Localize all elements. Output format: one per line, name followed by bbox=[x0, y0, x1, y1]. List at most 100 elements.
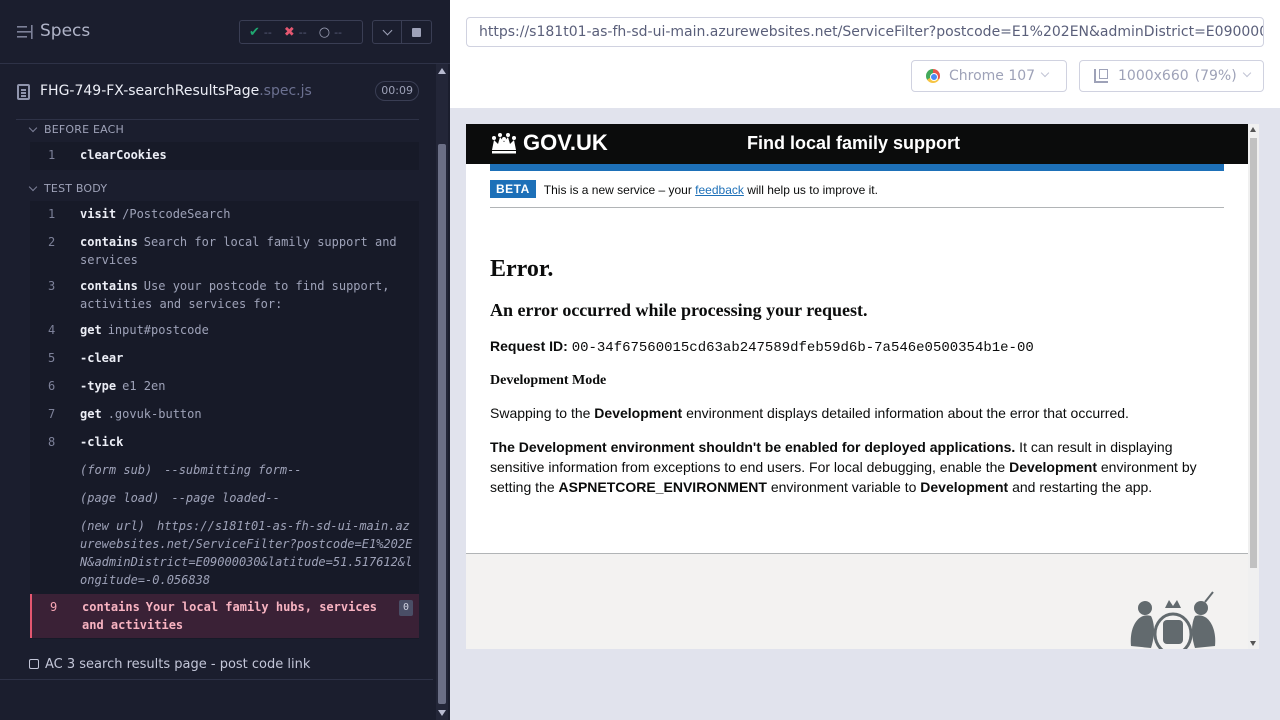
document-icon bbox=[17, 84, 30, 100]
scrollbar-thumb[interactable] bbox=[438, 144, 446, 704]
scrollbar-thumb[interactable] bbox=[1250, 138, 1257, 568]
command-row[interactable]: 4 get input#postcode bbox=[30, 317, 419, 345]
reporter-header: Specs ✔ -- ✖ -- ○ -- bbox=[0, 0, 450, 64]
command-message: /PostcodeSearch bbox=[122, 207, 231, 221]
divider bbox=[0, 679, 433, 680]
text: Swapping to the bbox=[490, 405, 595, 421]
scroll-up-icon[interactable] bbox=[1250, 127, 1256, 132]
specs-menu-icon[interactable] bbox=[17, 24, 33, 40]
command-row[interactable]: 2 contains Search for local family suppor… bbox=[30, 229, 419, 273]
govuk-logo-text: GOV.UK bbox=[523, 130, 608, 155]
dev-paragraph-1: Swapping to the Development environment … bbox=[490, 403, 1224, 423]
test-body-title[interactable]: TEST BODY bbox=[28, 182, 108, 195]
service-name[interactable]: Find local family support bbox=[747, 133, 960, 154]
command-name: -click bbox=[80, 435, 124, 449]
phase-text-before: This is a new service – your bbox=[543, 183, 696, 197]
request-id-label: Request ID: bbox=[490, 338, 568, 354]
command-name: contains bbox=[80, 279, 138, 293]
command-name: contains bbox=[82, 600, 140, 614]
test-stats: ✔ -- ✖ -- ○ -- bbox=[239, 20, 363, 44]
command-row[interactable]: 6 -type e1 2en bbox=[30, 373, 419, 401]
before-each-commands: 1 clearCookies bbox=[30, 142, 419, 170]
error-content: Error. An error occurred while processin… bbox=[490, 256, 1224, 497]
command-row[interactable]: 8 -click bbox=[30, 429, 419, 457]
text-bold: ASPNETCORE_ENVIRONMENT bbox=[558, 479, 767, 495]
command-row[interactable]: 7 get .govuk-button bbox=[30, 401, 419, 429]
viewport-zoom: (79%) bbox=[1194, 68, 1237, 84]
text: environment displays detailed informatio… bbox=[682, 405, 1129, 421]
event-label: (form sub) bbox=[80, 463, 153, 477]
crown-icon bbox=[492, 133, 516, 154]
text-bold: The Development environment shouldn't be… bbox=[490, 439, 1016, 455]
iframe-scrollbar[interactable] bbox=[1248, 124, 1259, 649]
dev-mode-heading: Development Mode bbox=[490, 373, 607, 388]
failed-command-row[interactable]: 9 contains Your local family hubs, servic… bbox=[30, 594, 419, 638]
beta-tag: BETA bbox=[490, 180, 536, 198]
scroll-down-icon[interactable] bbox=[1250, 641, 1256, 646]
command-number: 6 bbox=[48, 379, 56, 393]
aut-panel: https://s181t01-as-fh-sd-ui-main.azurewe… bbox=[450, 0, 1280, 720]
header-blue-bar bbox=[490, 164, 1224, 171]
check-icon: ✔ bbox=[249, 24, 260, 40]
govuk-logo[interactable]: GOV.UK bbox=[490, 130, 608, 156]
text-bold: Development bbox=[594, 405, 683, 421]
command-name: -clear bbox=[80, 351, 124, 365]
phase-banner: BETA This is a new service – your feedba… bbox=[490, 180, 1224, 208]
chrome-icon bbox=[926, 69, 940, 83]
command-name: visit bbox=[80, 207, 117, 221]
divider bbox=[16, 119, 419, 120]
reporter-scroll-area: FHG-749-FX-searchResultsPage.spec.js 00:… bbox=[0, 64, 433, 720]
command-row[interactable]: 1 clearCookies bbox=[30, 142, 419, 170]
reporter-panel: Specs ✔ -- ✖ -- ○ -- FHG-749-FX-searchResul… bbox=[0, 0, 450, 720]
phase-text-after: will help us to improve it. bbox=[743, 183, 878, 197]
request-id-value: 00-34f67560015cd63ab247589dfeb59d6b-7a54… bbox=[571, 340, 1034, 356]
specs-title[interactable]: Specs bbox=[40, 21, 90, 41]
command-name: get bbox=[80, 323, 102, 337]
event-row[interactable]: (page load) --page loaded-- bbox=[30, 485, 419, 513]
element-count-badge: 0 bbox=[399, 600, 413, 616]
command-row[interactable]: 1 visit/PostcodeSearch bbox=[30, 201, 419, 229]
test-body-label: TEST BODY bbox=[44, 182, 108, 195]
test-body-commands: 1 visit/PostcodeSearch 2 contains Search … bbox=[30, 201, 419, 639]
error-title: Error. bbox=[490, 256, 554, 282]
command-name: contains bbox=[80, 235, 138, 249]
event-row[interactable]: (new url) https://s181t01-as-fh-sd-ui-mai… bbox=[30, 513, 419, 595]
pending-count: -- bbox=[334, 25, 343, 39]
dev-paragraph-2: The Development environment shouldn't be… bbox=[490, 437, 1224, 497]
next-test-row[interactable]: AC 3 search results page - post code lin… bbox=[29, 657, 310, 672]
command-row[interactable]: 5 -clear bbox=[30, 345, 419, 373]
command-number: 3 bbox=[48, 279, 56, 293]
gov-header: GOV.UK Find local family support bbox=[466, 124, 1248, 164]
x-icon: ✖ bbox=[283, 24, 295, 40]
url-bar[interactable]: https://s181t01-as-fh-sd-ui-main.azurewe… bbox=[466, 17, 1264, 47]
chevron-down-icon bbox=[28, 123, 38, 133]
spec-file-row[interactable]: FHG-749-FX-searchResultsPage.spec.js 00:… bbox=[0, 76, 433, 108]
stop-button[interactable] bbox=[402, 20, 432, 44]
aut-header: https://s181t01-as-fh-sd-ui-main.azurewe… bbox=[450, 0, 1280, 108]
expand-button[interactable] bbox=[372, 20, 402, 44]
viewport-size: 1000x660 bbox=[1118, 68, 1189, 84]
viewport-selector[interactable]: 1000x660 (79%) bbox=[1079, 60, 1264, 92]
command-row[interactable]: 3 contains Use your postcode to find supp… bbox=[30, 273, 419, 317]
scroll-down-icon[interactable] bbox=[438, 710, 446, 716]
command-number: 7 bbox=[48, 407, 56, 421]
gov-footer bbox=[466, 553, 1248, 649]
spec-duration: 00:09 bbox=[375, 81, 419, 101]
feedback-link[interactable]: feedback bbox=[695, 183, 744, 197]
scroll-up-icon[interactable] bbox=[438, 68, 446, 74]
viewport-icon bbox=[1094, 69, 1108, 83]
chevron-down-icon bbox=[28, 182, 38, 192]
command-message: input#postcode bbox=[107, 323, 209, 337]
phase-text: This is a new service – your feedback wi… bbox=[544, 180, 878, 197]
pending-icon: ○ bbox=[318, 24, 331, 40]
pending-stat: ○ -- bbox=[319, 25, 342, 40]
browser-selector[interactable]: Chrome 107 bbox=[911, 60, 1067, 92]
app-iframe: GOV.UK Find local family support BETA Th… bbox=[466, 124, 1259, 649]
text: environment variable to bbox=[766, 479, 921, 495]
reporter-scrollbar[interactable] bbox=[436, 64, 448, 720]
text-bold: Development bbox=[920, 479, 1009, 495]
command-number: 2 bbox=[48, 235, 56, 249]
event-row[interactable]: (form sub) --submitting form-- bbox=[30, 457, 419, 485]
before-each-hook-title[interactable]: BEFORE EACH bbox=[28, 123, 124, 136]
stop-icon bbox=[412, 27, 421, 37]
